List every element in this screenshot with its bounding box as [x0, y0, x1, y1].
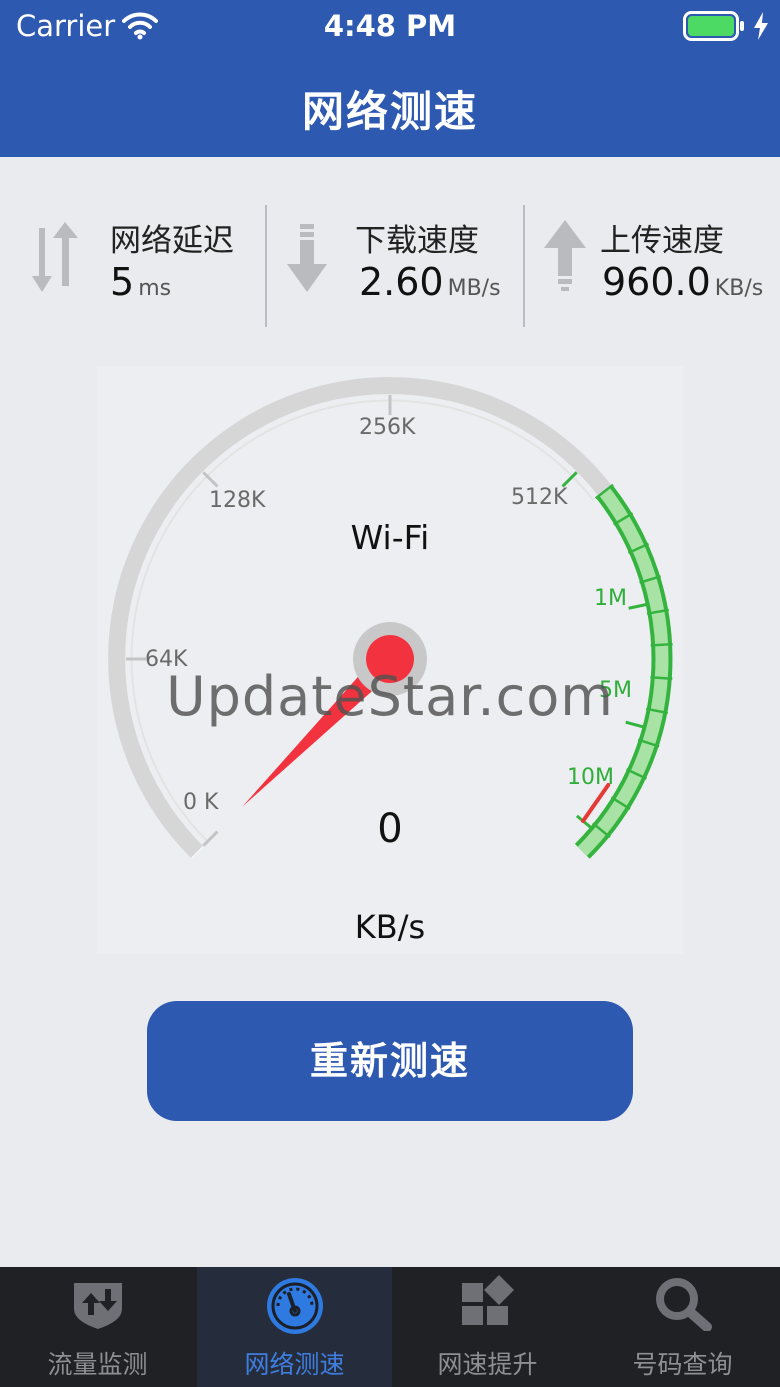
download-unit: MB/s — [447, 276, 501, 301]
latency-value: 5 ms — [110, 260, 171, 304]
tab-icon-wrap — [197, 1275, 392, 1341]
current-speed-value: 0 — [377, 806, 403, 852]
header-bar: Carrier 4:48 PM 网络测速 — [0, 0, 780, 157]
page-title: 网络测速 — [301, 87, 478, 136]
tab-bar: 流量监测 网络测速 网速提升 号码查询 — [0, 1267, 780, 1387]
tab-icon-wrap — [390, 1275, 585, 1331]
watermark-text: UpdateStar.com — [166, 665, 614, 728]
retest-button[interactable]: 重新测速 — [147, 1001, 633, 1121]
latency-metric: 网络延迟 5 ms — [0, 180, 265, 330]
upload-arrow-icon — [544, 220, 586, 291]
network-type-label: Wi-Fi — [350, 518, 430, 557]
metrics-divider — [265, 205, 267, 327]
magnifier-icon — [655, 1278, 712, 1332]
gauge-tick-marks — [109, 378, 597, 859]
tab-label: 网速提升 — [437, 1350, 538, 1379]
metrics-row: 网络延迟 5 ms 下载速度 2.60 MB/s 上传速度 960.0 KB/s — [0, 180, 780, 330]
boost-grid-icon — [461, 1275, 514, 1325]
tab-number-lookup[interactable]: 号码查询 — [585, 1267, 780, 1387]
upload-label: 上传速度 — [600, 223, 724, 259]
gauge-scale-label: 1M — [594, 586, 627, 611]
status-time: 4:48 PM — [323, 9, 457, 43]
gauge-scale-label: 256K — [359, 415, 416, 440]
gauge-inactive-arc — [108, 377, 612, 859]
download-value: 2.60 MB/s — [359, 260, 501, 304]
tab-icon-wrap — [0, 1275, 195, 1333]
download-arrow-icon — [287, 224, 327, 292]
metrics-divider — [523, 205, 525, 327]
gauge-green-tick — [650, 642, 673, 647]
download-number: 2.60 — [359, 260, 444, 304]
latency-number: 5 — [110, 260, 135, 304]
upload-number: 960.0 — [602, 260, 711, 304]
current-speed-unit: KB/s — [354, 908, 426, 946]
gauge-major-tick — [202, 471, 219, 488]
download-metric: 下载速度 2.60 MB/s — [267, 180, 523, 330]
download-label: 下载速度 — [355, 223, 479, 259]
charging-bolt-icon — [754, 12, 768, 40]
upload-unit: KB/s — [714, 276, 764, 301]
speed-gauge: 0 K 64K 128K 256K 512K 1M 5M 10M Wi-Fi 0… — [97, 366, 683, 954]
speedometer-icon — [266, 1278, 323, 1334]
gauge-scale-label: 512K — [511, 485, 568, 510]
latency-arrows-icon — [32, 222, 78, 292]
gauge-scale-label: 128K — [209, 488, 266, 513]
tab-speed-boost[interactable]: 网速提升 — [390, 1267, 585, 1387]
gauge-scale-label: 10M — [567, 765, 614, 790]
status-bar: Carrier 4:48 PM — [0, 0, 780, 54]
tab-speed-test[interactable]: 网络测速 — [197, 1267, 392, 1387]
traffic-shield-icon — [73, 1283, 122, 1329]
tab-label: 网络测速 — [244, 1350, 345, 1379]
gauge-major-tick — [628, 602, 649, 610]
tab-label: 流量监测 — [47, 1350, 148, 1379]
latency-label: 网络延迟 — [110, 223, 234, 259]
tab-traffic-monitor[interactable]: 流量监测 — [0, 1267, 195, 1387]
upload-metric: 上传速度 960.0 KB/s — [526, 180, 780, 330]
tab-label: 号码查询 — [632, 1350, 733, 1379]
latency-unit: ms — [138, 276, 172, 301]
upload-value: 960.0 KB/s — [602, 260, 763, 304]
battery-icon — [683, 11, 744, 41]
tab-icon-wrap — [585, 1275, 780, 1335]
